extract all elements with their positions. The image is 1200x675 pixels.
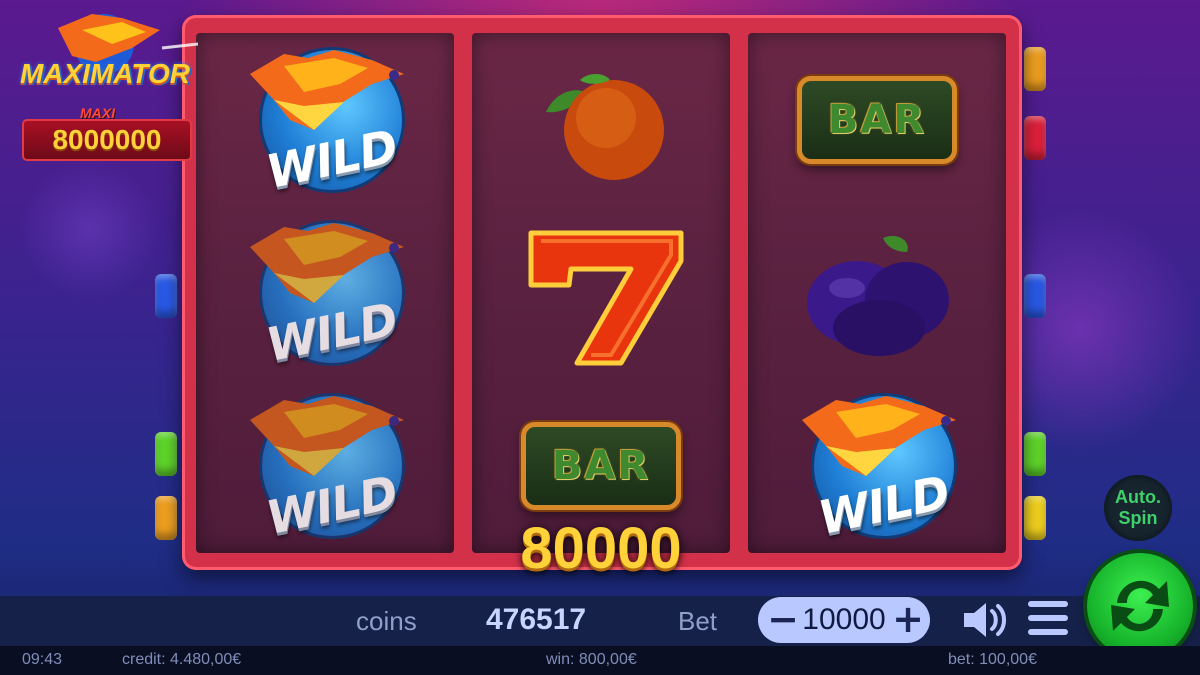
autospin-label-1: Auto. (1115, 487, 1161, 507)
wild-symbol: WILD (240, 40, 410, 200)
game-stage: WILD WILD WILD BAR BAR WILD 80000 MAXIMA… (0, 0, 1200, 596)
bar-symbol: BAR (521, 421, 681, 510)
payline-marker-right-blue (1024, 274, 1046, 318)
menu-icon[interactable] (1028, 601, 1072, 641)
bet-status: bet: 100,00€ (948, 651, 1037, 668)
credit-status: credit: 4.480,00€ (122, 651, 242, 668)
bar-symbol: BAR (797, 75, 957, 164)
bet-value: 10000 (802, 603, 886, 636)
control-bar (0, 596, 1200, 646)
payline-marker-left-green (155, 432, 177, 476)
reel-2-symbol-1 (472, 33, 730, 206)
status-bar: 09:43 credit: 4.480,00€ win: 800,00€ bet… (0, 646, 1200, 675)
autospin-label-2: Spin (1118, 508, 1158, 528)
jackpot-value: 8000000 (52, 124, 162, 155)
spin-button[interactable] (1087, 553, 1193, 659)
refresh-icon (1111, 580, 1169, 632)
wild-symbol: WILD (792, 386, 962, 546)
bar-text: BAR (827, 96, 927, 143)
reel-3-symbol-1: BAR (748, 33, 1006, 206)
wild-symbol: WILD (240, 386, 410, 546)
win-amount: 80000 (520, 516, 682, 581)
payline-marker-left-orange (155, 496, 177, 540)
coins-label: coins (356, 606, 417, 636)
clock-time: 09:43 (22, 651, 63, 668)
autospin-button[interactable]: Auto. Spin (1104, 475, 1172, 541)
orange-icon (546, 73, 664, 180)
reel-frame: WILD WILD WILD BAR BAR WILD (182, 15, 1022, 570)
payline-marker-right-yellow (1024, 496, 1046, 540)
logo-title: MAXIMATOR (19, 58, 191, 89)
bar-text: BAR (551, 442, 651, 489)
payline-marker-left-blue (155, 274, 177, 318)
bet-increase-button[interactable]: + (890, 599, 926, 641)
wild-symbol: WILD (240, 213, 410, 373)
win-status: win: 800,00€ (546, 651, 637, 668)
reel-3: BAR WILD (748, 33, 1006, 553)
reel-1-symbol-1: WILD (196, 33, 454, 206)
bet-label: Bet (678, 606, 718, 636)
reel-2: BAR (472, 33, 730, 553)
reel-1: WILD WILD WILD (196, 33, 454, 553)
seven-icon (528, 230, 684, 365)
plum-icon (807, 235, 949, 356)
coins-value: 476517 (486, 603, 587, 636)
payline-marker-right-orange (1024, 47, 1046, 91)
jackpot-box: 8000000 (22, 119, 192, 161)
bet-decrease-button[interactable]: − (766, 599, 800, 641)
payline-marker-right-red (1024, 116, 1046, 160)
reel-1-symbol-2: WILD (196, 206, 454, 379)
payline-marker-right-green (1024, 432, 1046, 476)
reel-3-symbol-2 (748, 206, 1006, 379)
bet-stepper: − 10000 + (758, 597, 930, 643)
sound-icon[interactable] (960, 599, 1008, 641)
reel-3-symbol-3: WILD (748, 379, 1006, 552)
reel-1-symbol-3: WILD (196, 379, 454, 552)
reel-2-symbol-2 (472, 206, 730, 379)
